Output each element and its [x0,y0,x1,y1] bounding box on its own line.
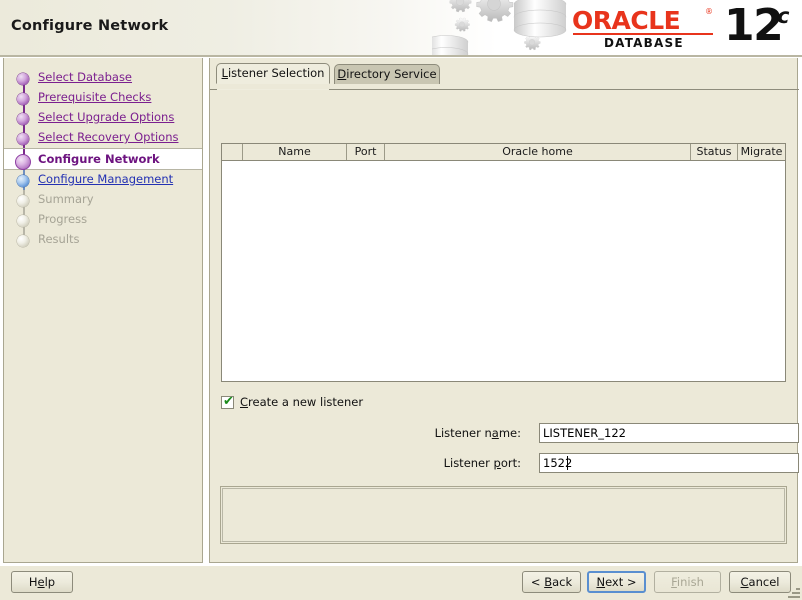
step-bullet-icon [17,195,29,207]
tab-label: Directory Service [337,67,437,81]
help-button[interactable]: Help [11,571,73,593]
checkmark-icon: ✔ [223,394,234,409]
table-header-status[interactable]: Status [691,144,738,160]
listener-name-row: Listener name: [221,423,799,444]
create-listener-label[interactable]: Create a new listener [240,395,363,409]
step-bullet-icon [15,154,31,170]
wizard-sidebar: Select Database Prerequisite Checks Select… [3,58,203,563]
button-bar: Help < Back Next > Finish Cancel [0,566,802,600]
message-panel-inner [222,488,785,542]
button-label: < Back [530,575,573,589]
main-panel: Listener Selection Directory Service Name… [209,58,799,563]
listener-selection-pane: Name Port Oracle home Status Migrate ✔ Creat… [211,85,799,498]
listener-table-header: Name Port Oracle home Status Migrate [222,144,785,161]
step-bullet-icon [17,133,29,145]
sidebar-step-results: Results [4,230,202,250]
button-label: Help [28,575,56,589]
header-bottom-rule [0,55,802,57]
step-label: Results [38,232,80,246]
sidebar-step-select-database[interactable]: Select Database [4,68,202,88]
cancel-button[interactable]: Cancel [729,571,791,593]
sidebar-step-configure-network: Configure Network [4,148,202,171]
database-wordmark: DATABASE [604,36,684,50]
version-suffix: c [777,4,790,28]
table-header-port[interactable]: Port [347,144,385,160]
app-header: Configure Network ORACLE ® DATABASE 12 c [0,0,802,57]
listener-port-input[interactable] [539,453,799,473]
listener-table: Name Port Oracle home Status Migrate [221,143,786,382]
table-header-blank[interactable] [222,144,243,160]
next-button[interactable]: Next > [587,571,646,593]
listener-name-label: Listener name: [434,426,521,440]
registered-mark: ® [705,7,713,16]
resize-grip[interactable] [788,586,800,598]
table-header-migrate[interactable]: Migrate [738,144,785,160]
version-number: 12 [724,0,784,51]
sidebar-step-prerequisite-checks[interactable]: Prerequisite Checks [4,88,202,108]
sidebar-step-summary: Summary [4,190,202,210]
table-header-oracle-home[interactable]: Oracle home [385,144,691,160]
finish-button: Finish [654,571,721,593]
button-label: Cancel [740,575,780,589]
wizard-step-list: Select Database Prerequisite Checks Select… [4,68,202,250]
oracle-logo: ORACLE ® DATABASE 12 c [572,0,798,55]
active-tab-seam [217,89,329,90]
sidebar-step-select-recovery-options[interactable]: Select Recovery Options [4,128,202,148]
step-label: Progress [38,212,88,226]
step-label: Select Recovery Options [38,130,179,144]
table-header-name[interactable]: Name [243,144,347,160]
step-bullet-icon [17,175,29,187]
tab-label: Listener Selection [221,66,325,80]
page-title: Configure Network [11,18,169,34]
text-cursor [567,456,568,470]
create-listener-checkbox[interactable]: ✔ [221,394,234,409]
back-button[interactable]: < Back [522,571,581,593]
tab-strip: Listener Selection Directory Service [210,63,799,90]
step-bullet-icon [17,113,29,125]
tab-directory-service[interactable]: Directory Service [334,64,440,84]
sidebar-step-progress: Progress [4,210,202,230]
step-bullet-icon [17,215,29,227]
sidebar-step-configure-management[interactable]: Configure Management [4,170,202,190]
tab-listener-selection[interactable]: Listener Selection [216,63,330,84]
listener-port-label: Listener port: [443,456,521,470]
step-label: Configure Management [38,172,174,186]
step-label: Configure Network [38,152,160,166]
step-bullet-icon [17,235,29,247]
step-label: Prerequisite Checks [38,90,152,104]
logo-divider-rule [573,33,713,35]
step-label: Select Database [38,70,133,84]
listener-port-row: Listener port: [221,453,799,474]
message-panel [220,486,787,544]
sidebar-step-select-upgrade-options[interactable]: Select Upgrade Options [4,108,202,128]
listener-table-body[interactable] [222,161,785,381]
step-bullet-icon [17,93,29,105]
button-label: Finish [671,575,704,589]
step-label: Summary [38,192,94,206]
step-bullet-icon [17,73,29,85]
button-label: Next > [596,575,637,589]
listener-name-input[interactable] [539,423,799,443]
step-label: Select Upgrade Options [38,110,175,124]
oracle-wordmark: ORACLE [572,6,681,35]
